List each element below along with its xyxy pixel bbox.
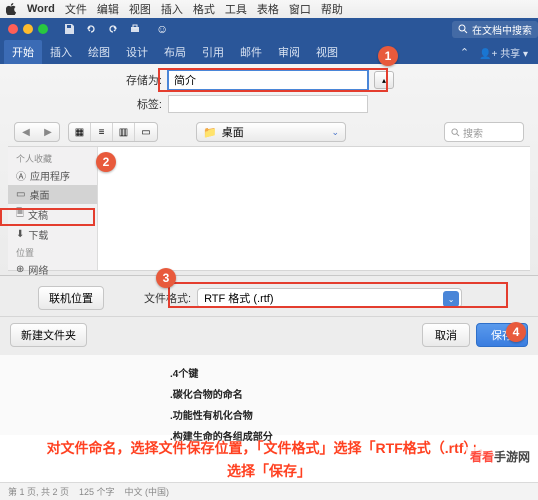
menu-view[interactable]: 视图 (129, 1, 151, 17)
tab-mailings[interactable]: 邮件 (232, 40, 270, 64)
online-location-button[interactable]: 联机位置 (38, 286, 104, 310)
status-bar: 第 1 页, 共 2 页 125 个字 中文 (中国) (0, 482, 538, 500)
finder-body: 个人收藏 Ⓐ应用程序 ▭桌面 🗎文稿 ⬇下载 位置 ⊕网络 标签 红色 (8, 146, 530, 271)
desktop-icon: ▭ (16, 189, 25, 200)
menu-table[interactable]: 表格 (257, 1, 279, 17)
watermark: 看看手游网 (466, 447, 534, 466)
back-button[interactable]: ◀ (15, 123, 37, 141)
tags-label: 标签: (8, 96, 168, 112)
search-icon (458, 24, 468, 34)
status-lang[interactable]: 中文 (中国) (125, 485, 170, 498)
ribbon-expand-icon[interactable]: ⌃ (456, 46, 473, 59)
tags-input[interactable] (168, 95, 368, 113)
status-words[interactable]: 125 个字 (79, 485, 115, 498)
view-mode-segment: ▦ ≡ ▥ ▭ (68, 122, 158, 142)
downloads-icon: ⬇ (16, 229, 24, 240)
format-row: 联机位置 文件格式: RTF 格式 (.rtf) ⌄ (0, 276, 538, 316)
sidebar-item-documents[interactable]: 🗎文稿 (8, 204, 97, 225)
sidebar-item-applications[interactable]: Ⓐ应用程序 (8, 166, 97, 185)
finder-sidebar: 个人收藏 Ⓐ应用程序 ▭桌面 🗎文稿 ⬇下载 位置 ⊕网络 标签 红色 (8, 147, 98, 270)
menu-format[interactable]: 格式 (193, 1, 215, 17)
view-icons-icon[interactable]: ▦ (69, 123, 91, 141)
nav-buttons: ◀ ▶ (14, 122, 60, 142)
tab-home[interactable]: 开始 (4, 40, 42, 64)
file-list-area[interactable] (98, 147, 530, 270)
menu-edit[interactable]: 编辑 (97, 1, 119, 17)
mac-menubar: Word 文件 编辑 视图 插入 格式 工具 表格 窗口 帮助 (0, 0, 538, 18)
save-dialog: 存储为: ▴ 标签: ◀ ▶ ▦ ≡ ▥ ▭ 📁 桌面 ⌄ 搜索 (0, 64, 538, 276)
chevron-updown-icon: ⌄ (331, 127, 339, 138)
tab-design[interactable]: 设计 (118, 40, 156, 64)
doc-line: .4个键 (170, 365, 538, 380)
sidebar-locations-header: 位置 (8, 244, 97, 260)
file-format-value: RTF 格式 (.rtf) (204, 290, 273, 306)
print-icon[interactable] (128, 22, 142, 36)
step-badge-2: 2 (96, 152, 116, 172)
minimize-window-icon[interactable] (23, 24, 33, 34)
app-name: Word (27, 3, 55, 15)
ribbon-tabs: 开始 插入 绘图 设计 布局 引用 邮件 审阅 视图 ⌃ 👤+ 共享 ▾ (0, 40, 538, 64)
feedback-icon[interactable]: ☺ (156, 22, 168, 36)
file-format-label: 文件格式: (144, 290, 191, 306)
sidebar-item-desktop[interactable]: ▭桌面 (8, 185, 97, 204)
menu-tools[interactable]: 工具 (225, 1, 247, 17)
cancel-button[interactable]: 取消 (422, 323, 470, 347)
view-columns-icon[interactable]: ▥ (113, 123, 135, 141)
tab-view[interactable]: 视图 (308, 40, 346, 64)
close-window-icon[interactable] (8, 24, 18, 34)
file-format-select[interactable]: RTF 格式 (.rtf) ⌄ (197, 288, 462, 308)
status-page[interactable]: 第 1 页, 共 2 页 (8, 485, 69, 498)
document-content: .4个键 .碳化合物的命名 .功能性有机化合物 .构建生命的各组成部分 (0, 355, 538, 435)
save-as-label: 存储为: (8, 72, 168, 88)
dialog-button-row: 新建文件夹 取消 保存 (0, 316, 538, 355)
instruction-annotation: 对文件命名，选择文件保存位置，「文件格式」选择「RTF格式（.rtf）」， 选择… (0, 437, 538, 482)
search-placeholder: 在文档中搜索 (472, 22, 532, 37)
sidebar-favorites-header: 个人收藏 (8, 150, 97, 166)
folder-icon: 📁 (203, 126, 217, 139)
step-badge-1: 1 (378, 46, 398, 66)
share-button[interactable]: 👤+ 共享 ▾ (473, 42, 534, 63)
new-folder-button[interactable]: 新建文件夹 (10, 323, 87, 347)
zoom-window-icon[interactable] (38, 24, 48, 34)
step-badge-3: 3 (156, 268, 176, 288)
forward-button[interactable]: ▶ (37, 123, 59, 141)
documents-icon: 🗎 (16, 206, 24, 223)
location-dropdown[interactable]: 📁 桌面 ⌄ (196, 122, 346, 142)
filename-input[interactable] (168, 70, 368, 90)
window-controls (0, 24, 56, 34)
save-icon[interactable] (62, 22, 76, 36)
undo-icon[interactable] (84, 22, 98, 36)
search-icon (451, 128, 460, 137)
redo-icon[interactable] (106, 22, 120, 36)
app-icon: Ⓐ (16, 168, 26, 183)
location-label: 桌面 (222, 124, 244, 140)
menu-file[interactable]: 文件 (65, 1, 87, 17)
view-gallery-icon[interactable]: ▭ (135, 123, 157, 141)
menu-insert[interactable]: 插入 (161, 1, 183, 17)
doc-line: .功能性有机化合物 (170, 407, 538, 422)
menu-help[interactable]: 帮助 (321, 1, 343, 17)
apple-icon[interactable] (6, 3, 17, 15)
step-badge-4: 4 (506, 322, 526, 342)
tab-references[interactable]: 引用 (194, 40, 232, 64)
collapse-dialog-button[interactable]: ▴ (374, 71, 394, 89)
sidebar-item-downloads[interactable]: ⬇下载 (8, 225, 97, 244)
doc-line: .碳化合物的命名 (170, 386, 538, 401)
network-icon: ⊕ (16, 264, 24, 275)
finder-search[interactable]: 搜索 (444, 122, 524, 142)
tab-insert[interactable]: 插入 (42, 40, 80, 64)
ribbon-top: ☺ 在文档中搜索 (0, 18, 538, 40)
tab-draw[interactable]: 绘图 (80, 40, 118, 64)
view-list-icon[interactable]: ≡ (91, 123, 113, 141)
finder-toolbar: ◀ ▶ ▦ ≡ ▥ ▭ 📁 桌面 ⌄ 搜索 (8, 118, 530, 146)
document-search[interactable]: 在文档中搜索 (452, 21, 538, 38)
menu-window[interactable]: 窗口 (289, 1, 311, 17)
chevron-updown-icon: ⌄ (443, 291, 459, 307)
tab-layout[interactable]: 布局 (156, 40, 194, 64)
tab-review[interactable]: 审阅 (270, 40, 308, 64)
